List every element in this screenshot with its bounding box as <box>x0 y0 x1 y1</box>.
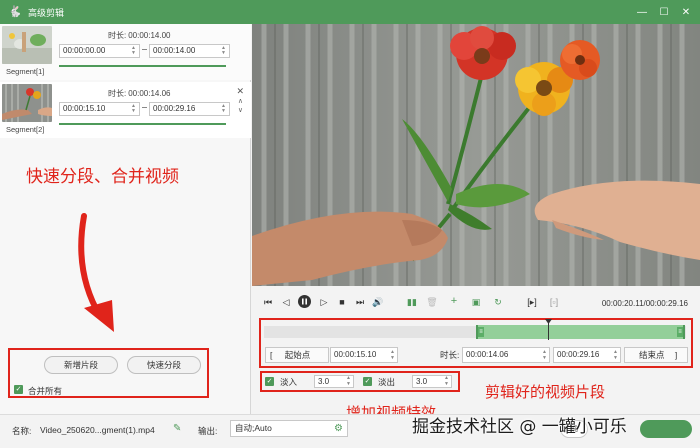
range-separator <box>142 49 147 50</box>
segment-progress <box>59 65 226 67</box>
segment-duration: 时长: 00:00:14.00 <box>108 31 171 40</box>
close-icon[interactable]: ✕ <box>678 4 694 20</box>
bracket-close-icon: ] <box>674 350 678 360</box>
end-point-label: 结束点 <box>639 350 665 360</box>
file-name-label: 名称: <box>12 426 32 436</box>
end-point-button[interactable]: 结束点 ] <box>624 347 688 363</box>
spinner-icon[interactable]: ▲ ▼ <box>130 46 137 56</box>
edit-name-icon[interactable]: ✎ <box>173 423 181 434</box>
move-up-icon[interactable]: ∧ <box>238 97 243 105</box>
segment-item[interactable]: Segment[1] 时长: 00:00:14.00 00:00:00.00 ▲ ▼… <box>0 24 251 80</box>
playback-timecode: 00:00:20.11/00:00:29.16 <box>601 299 688 308</box>
video-preview[interactable] <box>252 24 700 286</box>
annotation-split-merge: 快速分段、合并视频 <box>26 167 179 187</box>
fade-out-field[interactable]: 3.0 ▲ ▼ <box>412 375 452 388</box>
segment-label: Segment[2] <box>6 125 45 134</box>
selection-end-handle[interactable]: ≡ <box>677 327 683 337</box>
mark-in-icon[interactable]: [▸] <box>524 297 540 308</box>
clip-duration-field[interactable]: 00:00:14.06 ▲ ▼ <box>462 347 550 363</box>
spinner-icon[interactable]: ▲ ▼ <box>130 104 137 114</box>
annotation-clip: 剪辑好的视频片段 <box>485 383 606 401</box>
minimize-icon[interactable]: — <box>634 4 650 20</box>
spinner-icon[interactable]: ▲ ▼ <box>220 46 227 56</box>
segment-duration: 时长: 00:00:14.06 <box>108 89 171 98</box>
app-logo-icon: 🐇 <box>8 6 22 18</box>
segment-start-field[interactable]: 00:00:15.10 ▲ ▼ <box>59 102 140 116</box>
spinner-icon[interactable]: ▲ ▼ <box>220 104 227 114</box>
timeline-selection[interactable] <box>476 325 685 339</box>
add-segment-button[interactable]: 新增片段 <box>44 356 118 374</box>
mark-out-icon[interactable]: [▫] <box>546 297 562 307</box>
stop-icon[interactable]: ■ <box>336 297 348 307</box>
maximize-icon[interactable]: ☐ <box>656 4 672 20</box>
delete-segment-icon[interactable]: ✕ <box>236 86 244 97</box>
spinner-icon[interactable]: ▲ ▼ <box>613 349 618 361</box>
clip-duration-label: 时长: <box>440 350 460 360</box>
playhead-marker-icon[interactable] <box>545 319 552 324</box>
range-separator <box>142 107 147 108</box>
output-select[interactable]: 自动;Auto ⚙ <box>230 420 348 437</box>
spinner-icon[interactable]: ▲ ▼ <box>444 375 449 387</box>
fade-out-checkbox[interactable]: ✓ <box>363 377 372 386</box>
delete-icon[interactable]: 🗑 <box>426 297 438 308</box>
copy-icon[interactable]: ▣ <box>470 297 482 308</box>
primary-action-button[interactable] <box>640 420 692 438</box>
prev-frame-icon[interactable]: ◁ <box>280 297 292 308</box>
file-name-value: Video_250620...gment(1).mp4 <box>40 425 155 435</box>
window-title: 高级剪辑 <box>28 7 65 18</box>
segment-item[interactable]: Segment[2] 时长: 00:00:14.06 00:00:15.10 ▲ ▼… <box>0 82 251 138</box>
title-bar: 🐇 高级剪辑 — ☐ ✕ <box>0 0 700 24</box>
volume-icon[interactable]: 🔊 <box>372 297 384 308</box>
spinner-icon[interactable]: ▲ ▼ <box>390 349 395 361</box>
add-icon[interactable]: + <box>448 295 460 307</box>
fade-in-checkbox[interactable]: ✓ <box>265 377 274 386</box>
output-label: 输出: <box>198 426 218 436</box>
segment-progress <box>59 123 226 125</box>
refresh-icon[interactable]: ↻ <box>492 297 504 308</box>
segment-thumbnail <box>2 26 52 64</box>
spinner-icon[interactable]: ▲ ▼ <box>542 349 547 361</box>
fade-in-field[interactable]: 3.0 ▲ ▼ <box>314 375 354 388</box>
move-down-icon[interactable]: ∨ <box>238 106 243 114</box>
gear-icon[interactable]: ⚙ <box>334 421 343 436</box>
bracket-open-icon: [ <box>270 350 273 360</box>
annotation-arrow <box>78 213 114 332</box>
split-icon[interactable]: ▮▮ <box>406 297 418 308</box>
segment-start-field[interactable]: 00:00:00.00 ▲ ▼ <box>59 44 140 58</box>
pause-icon[interactable] <box>298 295 311 310</box>
watermark: 掘金技术社区 @ 一罐小可乐 <box>412 417 627 437</box>
start-point-label: 起始点 <box>284 350 311 360</box>
selection-start-handle[interactable]: ≡ <box>478 327 484 337</box>
start-point-button[interactable]: [ 起始点 <box>265 347 329 363</box>
start-time-field[interactable]: 00:00:15.10 ▲ ▼ <box>330 347 398 363</box>
segment-end-field[interactable]: 00:00:29.16 ▲ ▼ <box>149 102 230 116</box>
next-frame-icon[interactable]: ▷ <box>318 297 330 308</box>
segment-thumbnail <box>2 84 52 122</box>
skip-end-icon[interactable]: ⏭ <box>354 297 366 308</box>
segment-end-field[interactable]: 00:00:14.00 ▲ ▼ <box>149 44 230 58</box>
fast-split-button[interactable]: 快速分段 <box>127 356 201 374</box>
segment-label: Segment[1] <box>6 67 45 76</box>
spinner-icon[interactable]: ▲ ▼ <box>346 375 351 387</box>
fade-in-label: 淡入 <box>280 377 298 387</box>
skip-start-icon[interactable]: ⏮ <box>262 297 274 308</box>
merge-all-checkbox[interactable]: ✓ <box>14 385 23 394</box>
merge-all-label: 合并所有 <box>28 386 63 396</box>
fade-out-label: 淡出 <box>378 377 396 387</box>
end-time-field[interactable]: 00:00:29.16 ▲ ▼ <box>553 347 621 363</box>
window-controls: — ☐ ✕ <box>634 4 694 20</box>
